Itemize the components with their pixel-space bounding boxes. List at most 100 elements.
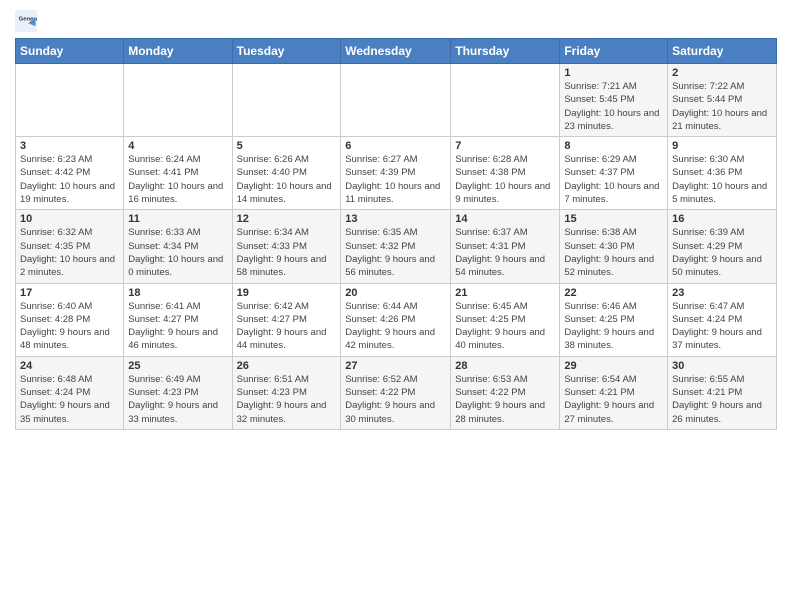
day-info: Sunrise: 6:30 AM Sunset: 4:36 PM Dayligh…: [672, 153, 772, 206]
day-info: Sunrise: 6:47 AM Sunset: 4:24 PM Dayligh…: [672, 300, 772, 353]
calendar-week-row: 3Sunrise: 6:23 AM Sunset: 4:42 PM Daylig…: [16, 137, 777, 210]
calendar-header-wednesday: Wednesday: [341, 39, 451, 64]
calendar-header-row: SundayMondayTuesdayWednesdayThursdayFrid…: [16, 39, 777, 64]
day-number: 4: [128, 140, 227, 152]
day-number: 19: [237, 287, 337, 299]
day-info: Sunrise: 6:38 AM Sunset: 4:30 PM Dayligh…: [564, 226, 663, 279]
day-info: Sunrise: 6:44 AM Sunset: 4:26 PM Dayligh…: [345, 300, 446, 353]
calendar-cell: 8Sunrise: 6:29 AM Sunset: 4:37 PM Daylig…: [560, 137, 668, 210]
day-number: 7: [455, 140, 555, 152]
day-info: Sunrise: 6:53 AM Sunset: 4:22 PM Dayligh…: [455, 373, 555, 426]
day-info: Sunrise: 6:42 AM Sunset: 4:27 PM Dayligh…: [237, 300, 337, 353]
day-number: 24: [20, 360, 119, 372]
day-info: Sunrise: 6:46 AM Sunset: 4:25 PM Dayligh…: [564, 300, 663, 353]
calendar-header-thursday: Thursday: [451, 39, 560, 64]
logo: General: [15, 10, 41, 32]
calendar-cell: 21Sunrise: 6:45 AM Sunset: 4:25 PM Dayli…: [451, 283, 560, 356]
day-number: 16: [672, 213, 772, 225]
day-number: 1: [564, 67, 663, 79]
day-info: Sunrise: 6:32 AM Sunset: 4:35 PM Dayligh…: [20, 226, 119, 279]
calendar-week-row: 1Sunrise: 7:21 AM Sunset: 5:45 PM Daylig…: [16, 64, 777, 137]
calendar-cell: 9Sunrise: 6:30 AM Sunset: 4:36 PM Daylig…: [668, 137, 777, 210]
day-number: 3: [20, 140, 119, 152]
day-number: 30: [672, 360, 772, 372]
calendar-cell: [451, 64, 560, 137]
day-info: Sunrise: 7:21 AM Sunset: 5:45 PM Dayligh…: [564, 80, 663, 133]
calendar-cell: 6Sunrise: 6:27 AM Sunset: 4:39 PM Daylig…: [341, 137, 451, 210]
day-info: Sunrise: 7:22 AM Sunset: 5:44 PM Dayligh…: [672, 80, 772, 133]
day-info: Sunrise: 6:27 AM Sunset: 4:39 PM Dayligh…: [345, 153, 446, 206]
calendar-cell: 30Sunrise: 6:55 AM Sunset: 4:21 PM Dayli…: [668, 356, 777, 429]
day-number: 21: [455, 287, 555, 299]
calendar-cell: 4Sunrise: 6:24 AM Sunset: 4:41 PM Daylig…: [124, 137, 232, 210]
calendar-cell: 11Sunrise: 6:33 AM Sunset: 4:34 PM Dayli…: [124, 210, 232, 283]
calendar-cell: 25Sunrise: 6:49 AM Sunset: 4:23 PM Dayli…: [124, 356, 232, 429]
calendar-cell: 29Sunrise: 6:54 AM Sunset: 4:21 PM Dayli…: [560, 356, 668, 429]
calendar-cell: 19Sunrise: 6:42 AM Sunset: 4:27 PM Dayli…: [232, 283, 341, 356]
calendar-cell: [232, 64, 341, 137]
calendar-cell: 18Sunrise: 6:41 AM Sunset: 4:27 PM Dayli…: [124, 283, 232, 356]
day-info: Sunrise: 6:52 AM Sunset: 4:22 PM Dayligh…: [345, 373, 446, 426]
day-number: 9: [672, 140, 772, 152]
calendar-cell: 15Sunrise: 6:38 AM Sunset: 4:30 PM Dayli…: [560, 210, 668, 283]
day-number: 6: [345, 140, 446, 152]
calendar-cell: 3Sunrise: 6:23 AM Sunset: 4:42 PM Daylig…: [16, 137, 124, 210]
calendar-cell: 1Sunrise: 7:21 AM Sunset: 5:45 PM Daylig…: [560, 64, 668, 137]
day-info: Sunrise: 6:45 AM Sunset: 4:25 PM Dayligh…: [455, 300, 555, 353]
day-number: 28: [455, 360, 555, 372]
calendar-cell: 24Sunrise: 6:48 AM Sunset: 4:24 PM Dayli…: [16, 356, 124, 429]
day-info: Sunrise: 6:33 AM Sunset: 4:34 PM Dayligh…: [128, 226, 227, 279]
day-number: 13: [345, 213, 446, 225]
calendar-table: SundayMondayTuesdayWednesdayThursdayFrid…: [15, 38, 777, 430]
calendar-cell: 20Sunrise: 6:44 AM Sunset: 4:26 PM Dayli…: [341, 283, 451, 356]
logo-icon: General: [15, 10, 37, 32]
calendar-week-row: 10Sunrise: 6:32 AM Sunset: 4:35 PM Dayli…: [16, 210, 777, 283]
day-info: Sunrise: 6:51 AM Sunset: 4:23 PM Dayligh…: [237, 373, 337, 426]
day-info: Sunrise: 6:29 AM Sunset: 4:37 PM Dayligh…: [564, 153, 663, 206]
calendar-header-saturday: Saturday: [668, 39, 777, 64]
day-info: Sunrise: 6:54 AM Sunset: 4:21 PM Dayligh…: [564, 373, 663, 426]
calendar-cell: 13Sunrise: 6:35 AM Sunset: 4:32 PM Dayli…: [341, 210, 451, 283]
day-number: 12: [237, 213, 337, 225]
day-info: Sunrise: 6:37 AM Sunset: 4:31 PM Dayligh…: [455, 226, 555, 279]
day-info: Sunrise: 6:35 AM Sunset: 4:32 PM Dayligh…: [345, 226, 446, 279]
calendar-cell: [16, 64, 124, 137]
day-number: 27: [345, 360, 446, 372]
day-number: 25: [128, 360, 227, 372]
calendar-cell: 16Sunrise: 6:39 AM Sunset: 4:29 PM Dayli…: [668, 210, 777, 283]
day-number: 26: [237, 360, 337, 372]
day-number: 14: [455, 213, 555, 225]
day-number: 29: [564, 360, 663, 372]
day-info: Sunrise: 6:26 AM Sunset: 4:40 PM Dayligh…: [237, 153, 337, 206]
day-number: 20: [345, 287, 446, 299]
calendar-header-sunday: Sunday: [16, 39, 124, 64]
calendar-cell: 27Sunrise: 6:52 AM Sunset: 4:22 PM Dayli…: [341, 356, 451, 429]
day-number: 10: [20, 213, 119, 225]
calendar-cell: 17Sunrise: 6:40 AM Sunset: 4:28 PM Dayli…: [16, 283, 124, 356]
day-info: Sunrise: 6:24 AM Sunset: 4:41 PM Dayligh…: [128, 153, 227, 206]
calendar-cell: [341, 64, 451, 137]
day-number: 17: [20, 287, 119, 299]
page-header: General: [15, 10, 777, 32]
calendar-week-row: 24Sunrise: 6:48 AM Sunset: 4:24 PM Dayli…: [16, 356, 777, 429]
calendar-cell: 28Sunrise: 6:53 AM Sunset: 4:22 PM Dayli…: [451, 356, 560, 429]
calendar-cell: 10Sunrise: 6:32 AM Sunset: 4:35 PM Dayli…: [16, 210, 124, 283]
day-info: Sunrise: 6:39 AM Sunset: 4:29 PM Dayligh…: [672, 226, 772, 279]
day-info: Sunrise: 6:55 AM Sunset: 4:21 PM Dayligh…: [672, 373, 772, 426]
day-info: Sunrise: 6:49 AM Sunset: 4:23 PM Dayligh…: [128, 373, 227, 426]
day-number: 22: [564, 287, 663, 299]
calendar-header-tuesday: Tuesday: [232, 39, 341, 64]
calendar-cell: 26Sunrise: 6:51 AM Sunset: 4:23 PM Dayli…: [232, 356, 341, 429]
calendar-cell: 7Sunrise: 6:28 AM Sunset: 4:38 PM Daylig…: [451, 137, 560, 210]
calendar-cell: 5Sunrise: 6:26 AM Sunset: 4:40 PM Daylig…: [232, 137, 341, 210]
calendar-cell: 14Sunrise: 6:37 AM Sunset: 4:31 PM Dayli…: [451, 210, 560, 283]
day-info: Sunrise: 6:41 AM Sunset: 4:27 PM Dayligh…: [128, 300, 227, 353]
day-info: Sunrise: 6:28 AM Sunset: 4:38 PM Dayligh…: [455, 153, 555, 206]
calendar-cell: 12Sunrise: 6:34 AM Sunset: 4:33 PM Dayli…: [232, 210, 341, 283]
calendar-cell: 22Sunrise: 6:46 AM Sunset: 4:25 PM Dayli…: [560, 283, 668, 356]
day-number: 15: [564, 213, 663, 225]
day-info: Sunrise: 6:34 AM Sunset: 4:33 PM Dayligh…: [237, 226, 337, 279]
day-number: 11: [128, 213, 227, 225]
calendar-cell: [124, 64, 232, 137]
day-info: Sunrise: 6:23 AM Sunset: 4:42 PM Dayligh…: [20, 153, 119, 206]
